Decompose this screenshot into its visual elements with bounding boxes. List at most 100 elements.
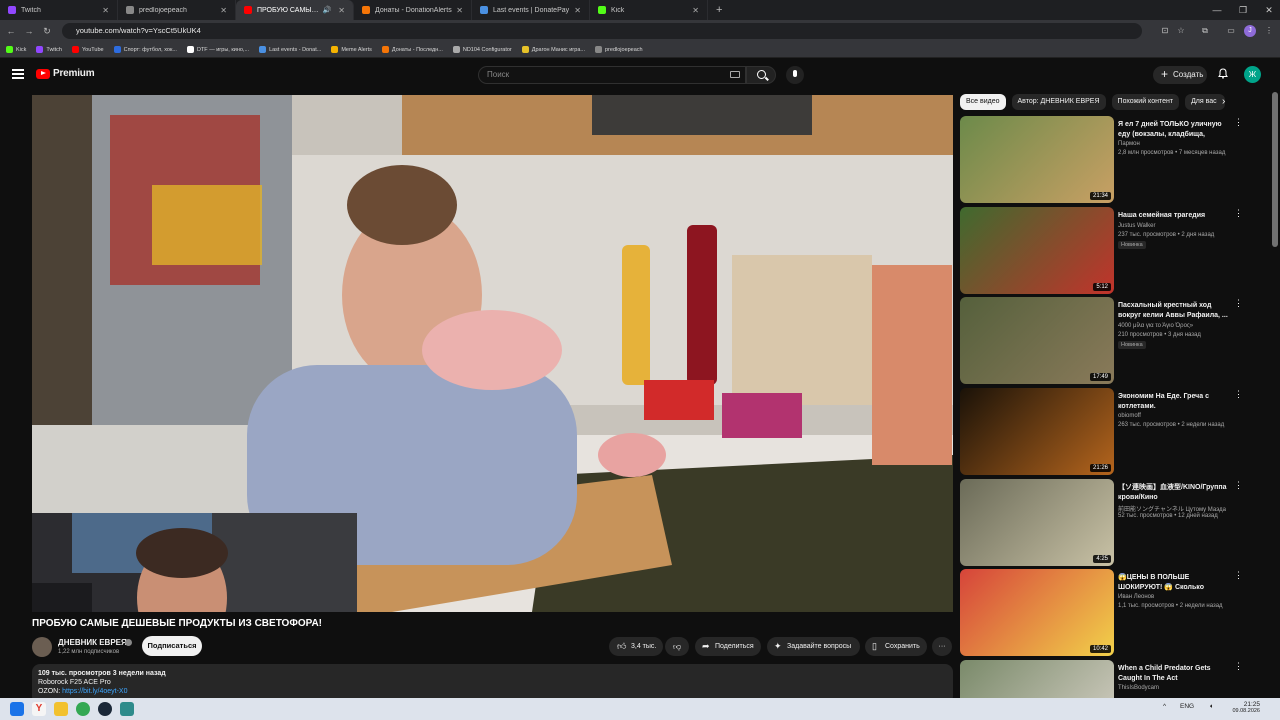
channel-name[interactable]: Пармон	[1118, 141, 1140, 147]
chip-for-you[interactable]: Для вас	[1185, 94, 1226, 110]
more-vert-icon[interactable]: ⋮	[1234, 299, 1243, 308]
more-vert-icon[interactable]: ⋮	[1234, 571, 1243, 580]
language-indicator[interactable]: ENG	[1180, 703, 1194, 710]
browser-menu-icon[interactable]: ⋮	[1262, 23, 1276, 39]
bookmark-nd104[interactable]: ND104 Configurator	[452, 46, 512, 53]
windows-start-icon[interactable]	[10, 702, 24, 716]
video-title[interactable]: Наша семейная трагедия	[1118, 211, 1230, 221]
new-tab-button[interactable]: +	[708, 0, 730, 20]
video-thumbnail[interactable]: 17:49	[960, 297, 1114, 384]
recommendation-item[interactable]: 21:34 Я ел 7 дней ТОЛЬКО уличную еду (во…	[960, 116, 1260, 204]
tab-donationalerts[interactable]: Донаты - DonationAlerts ✕	[354, 0, 472, 20]
channel-name[interactable]: obiomoff	[1118, 413, 1141, 419]
ask-questions-button[interactable]: ✦ Задавайте вопросы	[767, 637, 860, 656]
hamburger-menu-icon[interactable]	[12, 69, 24, 79]
tab-donatepay[interactable]: Last events | DonatePay ✕	[472, 0, 590, 20]
more-vert-icon[interactable]: ⋮	[1234, 662, 1243, 671]
forward-icon[interactable]: →	[22, 23, 36, 39]
bookmark-dtf[interactable]: DTF — игры, кино,...	[186, 46, 249, 53]
create-button[interactable]: Создать	[1153, 65, 1207, 84]
video-thumbnail[interactable]: 21:26	[960, 388, 1114, 475]
tab-kick[interactable]: Kick ✕	[590, 0, 708, 20]
bookmark-sport[interactable]: Спорт: футбол, хок...	[113, 46, 177, 53]
chip-author[interactable]: Автор: ДНЕВНИК ЕВРЕЯ	[1011, 94, 1106, 110]
more-vert-icon[interactable]: ⋮	[1234, 209, 1243, 218]
recommendation-item[interactable]: 17:49 Пасхальный крестный ход вокруг кел…	[960, 297, 1260, 385]
channel-name[interactable]: Иван Леонов	[1118, 594, 1154, 600]
chevron-up-icon[interactable]: ^	[1163, 703, 1166, 710]
bookmark-kick[interactable]: Kick	[6, 46, 26, 53]
bookmark-youtube[interactable]: YouTube	[71, 46, 104, 53]
window-close-button[interactable]: ✕	[1256, 0, 1280, 20]
channel-name[interactable]: Justus Walker	[1118, 223, 1155, 229]
youtube-premium-logo[interactable]: Premium	[36, 68, 95, 79]
url-field[interactable]: youtube.com/watch?v=YscCt5UkUK4	[62, 23, 1142, 39]
account-avatar[interactable]: Ж	[1244, 66, 1261, 83]
clock[interactable]: 21:25 09.08.2026	[1224, 701, 1260, 714]
back-icon[interactable]: ←	[4, 23, 18, 39]
yandex-icon[interactable]: Y	[32, 702, 46, 716]
description-link[interactable]: https://bit.ly/4oeyt-X0	[62, 688, 127, 695]
more-actions-button[interactable]: ···	[932, 637, 952, 656]
more-vert-icon[interactable]: ⋮	[1234, 481, 1243, 490]
sidebar-icon[interactable]: ▭	[1224, 23, 1238, 39]
recommendation-item[interactable]: When a Child Predator Gets Caught In The…	[960, 660, 1260, 698]
video-title[interactable]: Я ел 7 дней ТОЛЬКО уличную еду (вокзалы,…	[1118, 120, 1230, 141]
video-player[interactable]	[32, 95, 953, 612]
speaker-icon[interactable]: 🔊	[323, 6, 332, 14]
bookmark-donationalerts[interactable]: Донаты - Последн...	[381, 46, 443, 53]
video-thumbnail[interactable]: 5:12	[960, 207, 1114, 294]
bookmark-predlojoepeach[interactable]: predlojoepeach	[595, 46, 643, 53]
chip-all[interactable]: Все видео	[960, 94, 1006, 110]
close-icon[interactable]: ✕	[220, 6, 227, 15]
page-scrollbar[interactable]	[1272, 92, 1278, 247]
recommendation-item[interactable]: 4:25 【ソ連映画】血液型/KINO/Группа крови/Кино 前田…	[960, 479, 1260, 567]
keyboard-icon[interactable]	[730, 71, 740, 78]
chrome-icon[interactable]	[76, 702, 90, 716]
close-icon[interactable]: ✕	[102, 6, 109, 15]
bookmark-donatepay[interactable]: Last events - Donat...	[259, 46, 321, 53]
save-button[interactable]: ▯ Сохранить	[865, 637, 927, 656]
chevron-right-icon[interactable]: ›	[1222, 97, 1232, 107]
search-input[interactable]: Поиск	[478, 66, 746, 84]
app-icon[interactable]	[120, 702, 134, 716]
steam-icon[interactable]	[98, 702, 112, 716]
video-thumbnail[interactable]: 10:42	[960, 569, 1114, 656]
video-thumbnail[interactable]: 4:25	[960, 479, 1114, 566]
tab-twitch[interactable]: Twitch ✕	[0, 0, 118, 20]
extensions-icon[interactable]: ⧉	[1198, 23, 1212, 39]
profile-avatar[interactable]: J	[1244, 25, 1256, 37]
subscribe-button[interactable]: Подписаться	[142, 636, 202, 656]
recommendation-item[interactable]: 5:12 Наша семейная трагедия Justus Walke…	[960, 207, 1260, 295]
search-button[interactable]	[746, 66, 776, 84]
bookmark-dragon[interactable]: Драгон Манис игра...	[521, 46, 585, 53]
tab-youtube-video[interactable]: ПРОБУЮ САМЫЕ ДЕШЕВЫ🔊 ✕	[236, 0, 354, 20]
reload-icon[interactable]: ↻	[40, 23, 54, 39]
install-app-icon[interactable]: ⊡	[1158, 23, 1172, 39]
bookmark-star-icon[interactable]: ☆	[1174, 23, 1188, 39]
minimize-button[interactable]: —	[1204, 0, 1230, 20]
maximize-button[interactable]: ❐	[1230, 0, 1256, 20]
share-button[interactable]: ➦ Поделиться	[695, 637, 761, 656]
dislike-button[interactable]: 👎︎	[665, 637, 689, 656]
video-title[interactable]: When a Child Predator Gets Caught In The…	[1118, 664, 1230, 684]
video-title[interactable]: Пасхальный крестный ход вокруг келии Авв…	[1118, 301, 1230, 321]
close-icon[interactable]: ✕	[338, 6, 345, 15]
volume-icon[interactable]: 🔈︎	[1210, 703, 1214, 711]
chip-related[interactable]: Похожий контент	[1111, 94, 1180, 110]
close-icon[interactable]: ✕	[456, 6, 463, 15]
notifications-bell-icon[interactable]	[1218, 68, 1228, 79]
bookmark-twitch[interactable]: Twitch	[36, 46, 62, 53]
channel-avatar[interactable]	[32, 637, 52, 657]
close-icon[interactable]: ✕	[574, 6, 581, 15]
video-thumbnail[interactable]: 21:34	[960, 116, 1114, 203]
close-icon[interactable]: ✕	[692, 6, 699, 15]
video-title[interactable]: 【ソ連映画】血液型/KINO/Группа крови/Кино	[1118, 483, 1230, 503]
video-title[interactable]: Экономим На Еде. Греча с котлетами.	[1118, 392, 1230, 412]
tab-predlojoepeach[interactable]: predlojoepeach ✕	[118, 0, 236, 20]
channel-name[interactable]: ThisIsBodycam	[1118, 685, 1159, 691]
voice-search-button[interactable]	[786, 66, 804, 84]
video-title[interactable]: 😱ЦЕНЫ В ПОЛЬШЕ ШОКИРУЮТ! 😱 Сколько стоит…	[1118, 573, 1230, 594]
channel-name[interactable]: 前田能ソングチャンネル Цутому Маэда	[1118, 504, 1226, 513]
bookmark-meme-alerts[interactable]: Meme Alerts	[331, 46, 372, 53]
